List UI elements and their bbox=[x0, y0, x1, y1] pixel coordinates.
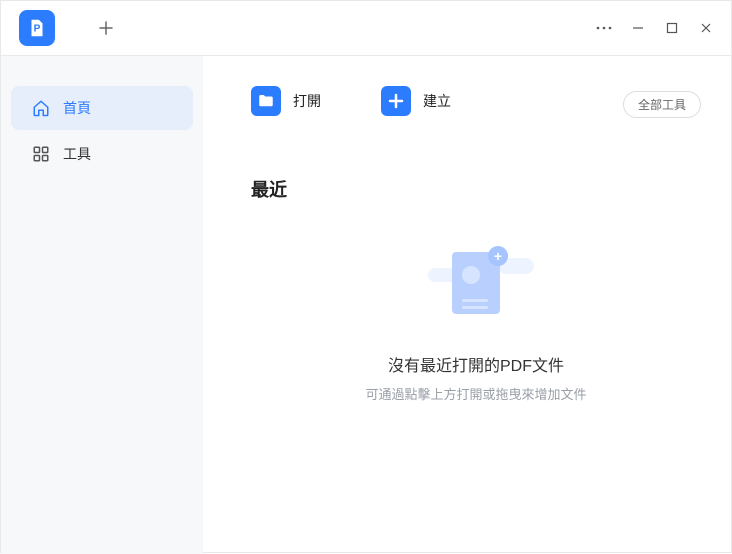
all-tools-button[interactable]: 全部工具 bbox=[623, 91, 701, 118]
main-content: 打開 建立 全部工具 最近 + 沒有最近打開的PDF文件 bbox=[203, 56, 731, 554]
sidebar-item-label: 工具 bbox=[63, 144, 91, 164]
create-label: 建立 bbox=[423, 91, 451, 111]
more-button[interactable] bbox=[589, 13, 619, 43]
plus-icon bbox=[381, 86, 411, 116]
svg-text:P: P bbox=[34, 24, 41, 35]
close-button[interactable] bbox=[691, 13, 721, 43]
open-label: 打開 bbox=[293, 91, 321, 111]
sidebar-item-home[interactable]: 首頁 bbox=[11, 86, 193, 130]
titlebar: P bbox=[1, 1, 731, 56]
empty-state: + 沒有最近打開的PDF文件 可通過點擊上方打開或拖曳來增加文件 bbox=[251, 252, 701, 403]
maximize-button[interactable] bbox=[657, 13, 687, 43]
empty-illustration-icon: + bbox=[436, 252, 516, 332]
create-button[interactable]: 建立 bbox=[381, 86, 451, 116]
empty-title: 沒有最近打開的PDF文件 bbox=[388, 352, 564, 376]
sidebar-item-tools[interactable]: 工具 bbox=[11, 132, 193, 176]
recent-section: 最近 + 沒有最近打開的PDF文件 可通過點擊上方打開或拖曳來增加文件 bbox=[251, 176, 701, 403]
home-icon bbox=[31, 98, 51, 118]
minimize-button[interactable] bbox=[623, 13, 653, 43]
app-logo: P bbox=[19, 10, 55, 46]
open-button[interactable]: 打開 bbox=[251, 86, 321, 116]
window-controls bbox=[589, 13, 721, 43]
sidebar-item-label: 首頁 bbox=[63, 98, 91, 118]
sidebar: 首頁 工具 bbox=[1, 56, 203, 554]
folder-icon bbox=[251, 86, 281, 116]
empty-subtitle: 可通過點擊上方打開或拖曳來增加文件 bbox=[365, 384, 586, 403]
new-tab-button[interactable] bbox=[90, 12, 122, 44]
recent-title: 最近 bbox=[251, 176, 701, 202]
grid-icon bbox=[31, 144, 51, 164]
